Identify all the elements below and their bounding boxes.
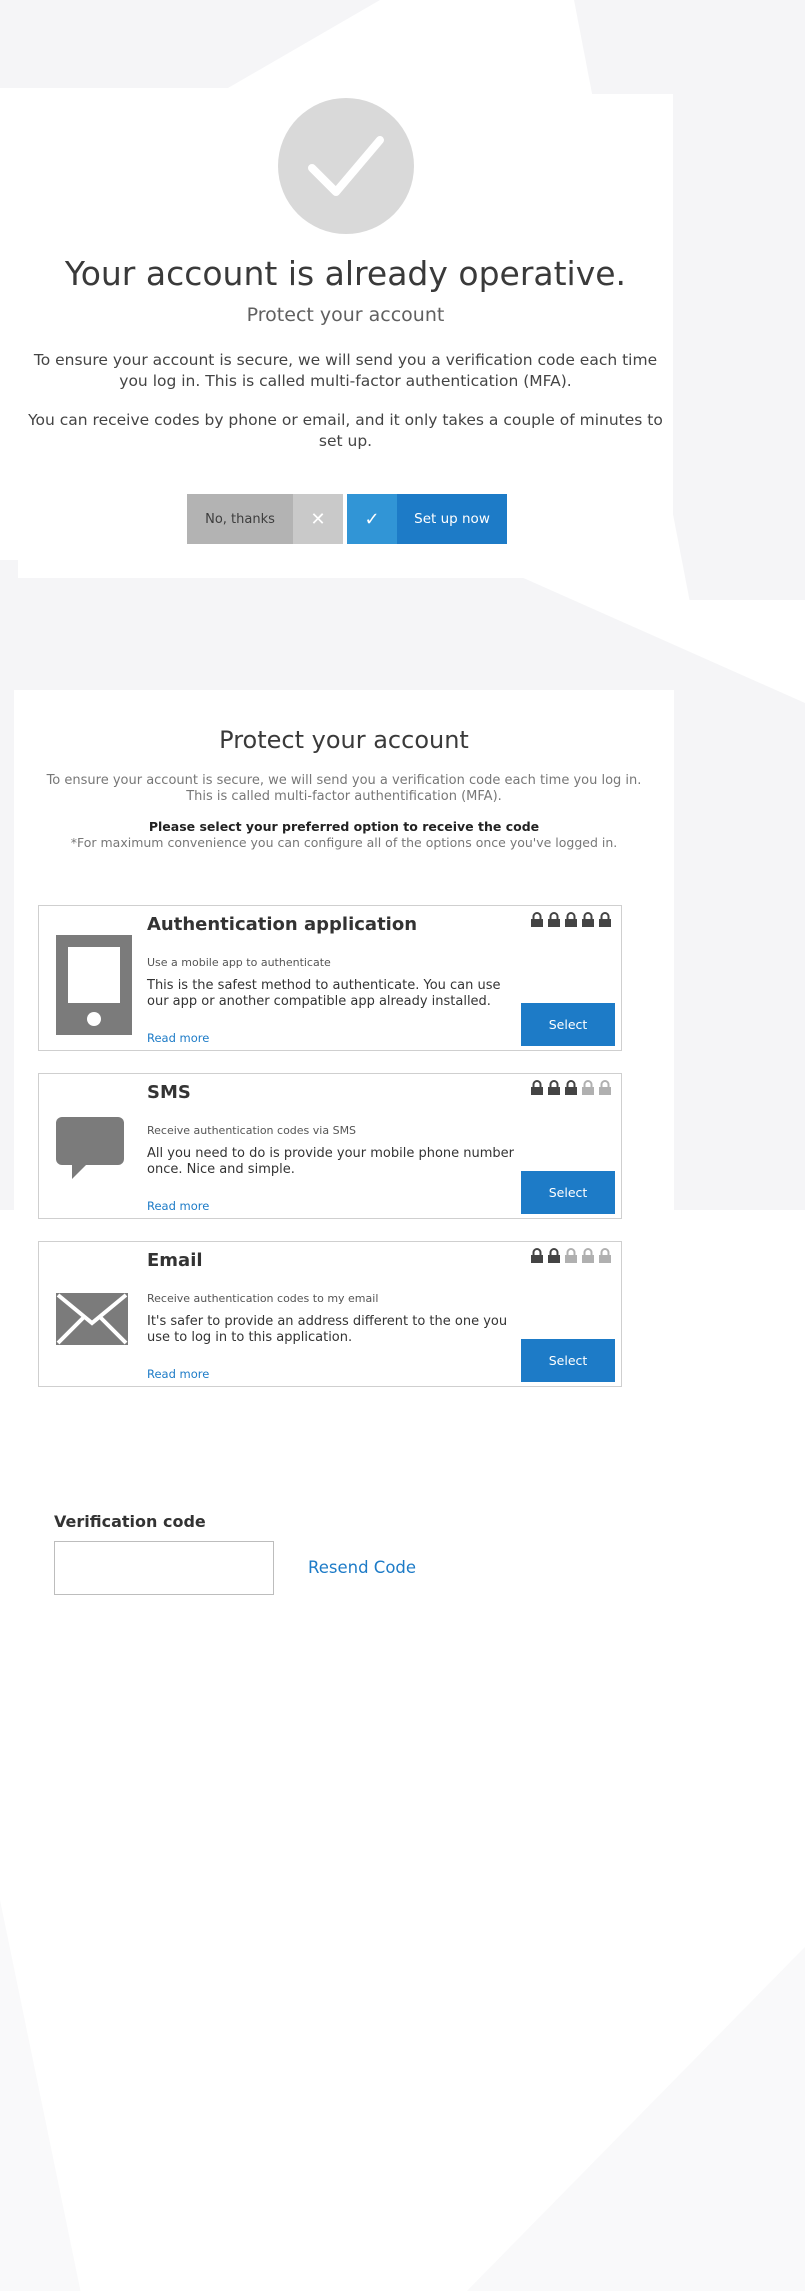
- lock-icon: [531, 912, 543, 927]
- read-more-link[interactable]: Read more: [147, 1199, 209, 1213]
- lock-icon: [582, 912, 594, 927]
- background-shape: [0, 0, 380, 88]
- set-up-now-label: Set up now: [397, 494, 507, 544]
- lock-icon: [548, 1080, 560, 1095]
- option-title: Email: [147, 1250, 203, 1271]
- check-icon: [308, 136, 384, 196]
- option-description: Receive authentication codes via SMS: [147, 1124, 357, 1137]
- lock-icon: [565, 912, 577, 927]
- check-icon: ✓: [347, 494, 397, 544]
- background-shape: [0, 1900, 805, 2291]
- no-thanks-button[interactable]: No, thanks ✕: [187, 494, 343, 544]
- option-authentication-app: Authentication application Use a mobile …: [38, 905, 622, 1051]
- option-body: All you need to do is provide your mobil…: [147, 1146, 515, 1177]
- mfa-intro-card: Your account is already operative. Prote…: [18, 94, 673, 578]
- security-level: [530, 1080, 612, 1096]
- option-email: Email Receive authentication codes to my…: [38, 1241, 622, 1387]
- read-more-link[interactable]: Read more: [147, 1367, 209, 1381]
- lock-icon: [548, 912, 560, 927]
- select-prompt: Please select your preferred option to r…: [148, 819, 540, 834]
- lock-icon: [599, 1080, 611, 1095]
- mfa-intro-text: To ensure your account is secure, we wil…: [46, 773, 642, 804]
- lock-icon: [599, 912, 611, 927]
- envelope-icon: [56, 1293, 128, 1345]
- verification-code-label: Verification code: [54, 1512, 206, 1531]
- option-body: This is the safest method to authenticat…: [147, 978, 501, 1009]
- lock-icon: [582, 1248, 594, 1263]
- option-description: Use a mobile app to authenticate: [147, 956, 331, 969]
- security-level: [530, 1248, 612, 1264]
- option-sms: SMS Receive authentication codes via SMS…: [38, 1073, 622, 1219]
- verification-code-input[interactable]: [54, 1541, 274, 1595]
- lock-icon: [565, 1080, 577, 1095]
- lock-icon: [531, 1080, 543, 1095]
- lock-icon: [582, 1080, 594, 1095]
- section-title: Protect your account: [219, 726, 469, 754]
- smartphone-icon: [56, 935, 132, 1035]
- close-icon: ✕: [293, 494, 343, 544]
- security-level: [530, 912, 612, 928]
- lock-icon: [565, 1248, 577, 1263]
- option-description: Receive authentication codes to my email: [147, 1292, 379, 1305]
- page-subtitle: Protect your account: [246, 304, 445, 326]
- select-authentication-app-button[interactable]: Select: [521, 1003, 615, 1046]
- page-title: Your account is already operative.: [64, 254, 627, 293]
- no-thanks-label: No, thanks: [187, 494, 293, 544]
- lock-icon: [531, 1248, 543, 1263]
- check-circle: [278, 98, 414, 234]
- mfa-explanation: To ensure your account is secure, we wil…: [33, 351, 658, 390]
- resend-code-link[interactable]: Resend Code: [308, 1558, 416, 1577]
- option-body: It's safer to provide an address differe…: [147, 1314, 508, 1345]
- lock-icon: [599, 1248, 611, 1263]
- option-title: Authentication application: [147, 914, 418, 935]
- convenience-note: *For maximum convenience you can configu…: [70, 835, 618, 850]
- lock-icon: [548, 1248, 560, 1263]
- set-up-now-button[interactable]: ✓ Set up now: [347, 494, 507, 544]
- select-email-button[interactable]: Select: [521, 1339, 615, 1382]
- select-sms-button[interactable]: Select: [521, 1171, 615, 1214]
- read-more-link[interactable]: Read more: [147, 1031, 209, 1045]
- mfa-setup-info: You can receive codes by phone or email,…: [28, 411, 663, 450]
- option-title: SMS: [147, 1082, 191, 1103]
- speech-bubble-icon: [56, 1117, 124, 1179]
